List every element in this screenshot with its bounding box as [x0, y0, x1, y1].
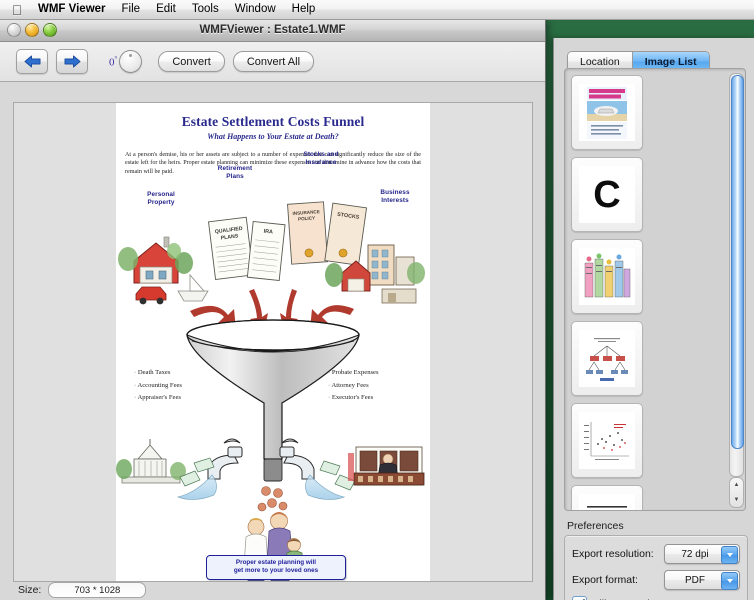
apple-logo-icon[interactable]: : [6, 3, 28, 17]
image-list-scrollbar[interactable]: ▲ ▼: [729, 73, 742, 506]
window-title: WMFViewer : Estate1.WMF: [0, 24, 545, 36]
document-title: Estate Settlement Costs Funnel: [116, 114, 430, 130]
fees-list-right: Probate Expenses Attorney Fees Executor'…: [328, 367, 379, 405]
callout-box: Proper estate planning will get more to …: [206, 555, 346, 580]
convert-all-button[interactable]: Convert All: [233, 51, 314, 72]
rotation-knob[interactable]: [119, 50, 142, 73]
stock-certificates: INSURANCE POLICY STOCKS: [288, 202, 367, 265]
money-flow: [178, 458, 355, 511]
document-page: Estate Settlement Costs Funnel What Happ…: [116, 103, 430, 581]
fee-item: Appraiser's Fees: [134, 392, 182, 405]
size-label: Size:: [18, 584, 41, 596]
document-canvas[interactable]: Estate Settlement Costs Funnel What Happ…: [13, 102, 533, 582]
preferences-box: Export resolution: 72 dpi Export format:…: [564, 535, 748, 600]
faucets: [208, 439, 314, 479]
minimize-button[interactable]: [25, 23, 39, 37]
fee-item: Executor's Fees: [328, 392, 379, 405]
back-arrow-icon: [24, 55, 41, 68]
thumbnail-text-document[interactable]: [571, 485, 643, 511]
thumbnail-scatter-chart-image: [581, 418, 633, 464]
label-stocks-insurance: Stocks and Insurance: [284, 151, 358, 167]
menu-item-help[interactable]: Help: [284, 0, 324, 19]
image-list-box[interactable]: C: [564, 68, 746, 511]
house-illustration: [118, 237, 208, 304]
scrollbar-thumb[interactable]: [731, 75, 744, 449]
inspector-panel: Location Image List: [553, 38, 754, 600]
scroll-up-arrow[interactable]: ▲: [734, 482, 740, 488]
chevron-down-icon[interactable]: [721, 546, 738, 564]
fee-item: Attorney Fees: [328, 380, 379, 393]
capitol-building: [116, 439, 186, 483]
rotation-value: 0°: [109, 55, 117, 69]
thumbnail-letter-c[interactable]: C: [571, 157, 643, 232]
document-subtitle: What Happens to Your Estate at Death?: [116, 132, 430, 141]
fill-image-list-row[interactable]: Fill Image List: [572, 596, 740, 600]
status-bar: Size: 703 * 1028: [0, 580, 545, 600]
funnel-illustration: QUALIFIED PLANS IRA: [116, 163, 430, 581]
window-controls: [7, 23, 57, 37]
main-window: WMFViewer : Estate1.WMF 0° Convert Conve…: [0, 19, 546, 600]
scrollbar-track[interactable]: [729, 73, 744, 477]
menu-item-wmf-viewer[interactable]: WMF Viewer: [30, 0, 114, 19]
chevron-down-icon[interactable]: [721, 572, 738, 590]
convert-button[interactable]: Convert: [158, 51, 225, 72]
thumbnail-tree-diagram-image: [582, 334, 632, 384]
export-resolution-label: Export resolution:: [572, 548, 664, 560]
menu-item-edit[interactable]: Edit: [148, 0, 184, 19]
fees-list-left: Death Taxes Accounting Fees Appraiser's …: [134, 367, 182, 405]
zoom-button[interactable]: [43, 23, 57, 37]
fee-item: Death Taxes: [134, 367, 182, 380]
export-resolution-select[interactable]: 72 dpi: [664, 544, 740, 564]
judge-bench: [348, 447, 424, 485]
thumbnail-text-document-image: [581, 500, 633, 512]
export-format-label: Export format:: [572, 574, 664, 586]
thumbnail-beach-poster-image: [586, 86, 628, 140]
fill-image-list-checkbox[interactable]: [572, 596, 587, 600]
export-format-select[interactable]: PDF: [664, 570, 740, 590]
thumbnail-tree-diagram[interactable]: [571, 321, 643, 396]
preferences-section: Preferences Export resolution: 72 dpi Ex…: [564, 520, 748, 600]
page-background: Estate Settlement Costs Funnel What Happ…: [14, 103, 532, 581]
forward-button[interactable]: [56, 49, 88, 74]
toolbar: 0° Convert Convert All: [0, 42, 545, 82]
thumbnail-scatter-chart[interactable]: [571, 403, 643, 478]
thumbnail-beach-poster[interactable]: [571, 75, 643, 150]
scroll-down-arrow[interactable]: ▼: [734, 497, 740, 503]
export-format-row: Export format: PDF: [572, 570, 740, 590]
rotation-control[interactable]: 0°: [109, 50, 142, 73]
back-button[interactable]: [16, 49, 48, 74]
window-title-bar[interactable]: WMFViewer : Estate1.WMF: [0, 19, 545, 42]
menu-item-file[interactable]: File: [114, 0, 149, 19]
forward-arrow-icon: [64, 55, 81, 68]
menu-item-window[interactable]: Window: [227, 0, 284, 19]
preferences-title: Preferences: [564, 520, 748, 532]
label-personal-property: Personal Property: [130, 191, 192, 207]
label-business-interests: Business Interests: [364, 189, 426, 205]
menu-item-tools[interactable]: Tools: [184, 0, 227, 19]
size-value: 703 * 1028: [48, 582, 146, 598]
svg-text:IRA: IRA: [263, 229, 273, 236]
export-resolution-row: Export resolution: 72 dpi: [572, 544, 740, 564]
thumbnail-letter-c-glyph: C: [593, 176, 620, 214]
thumbnail-colorful-bars-image: [582, 253, 632, 301]
retirement-documents: QUALIFIED PLANS IRA: [209, 217, 286, 280]
thumbnail-grid: C: [571, 75, 719, 511]
scrollbar-arrows[interactable]: ▲ ▼: [729, 477, 744, 508]
label-retirement-plans: Retirement Plans: [202, 165, 268, 181]
fee-item: Accounting Fees: [134, 380, 182, 393]
thumbnail-colorful-bars[interactable]: [571, 239, 643, 314]
fee-item: Probate Expenses: [328, 367, 379, 380]
close-button[interactable]: [7, 23, 21, 37]
menu-bar:  WMF Viewer File Edit Tools Window Help: [0, 0, 754, 20]
